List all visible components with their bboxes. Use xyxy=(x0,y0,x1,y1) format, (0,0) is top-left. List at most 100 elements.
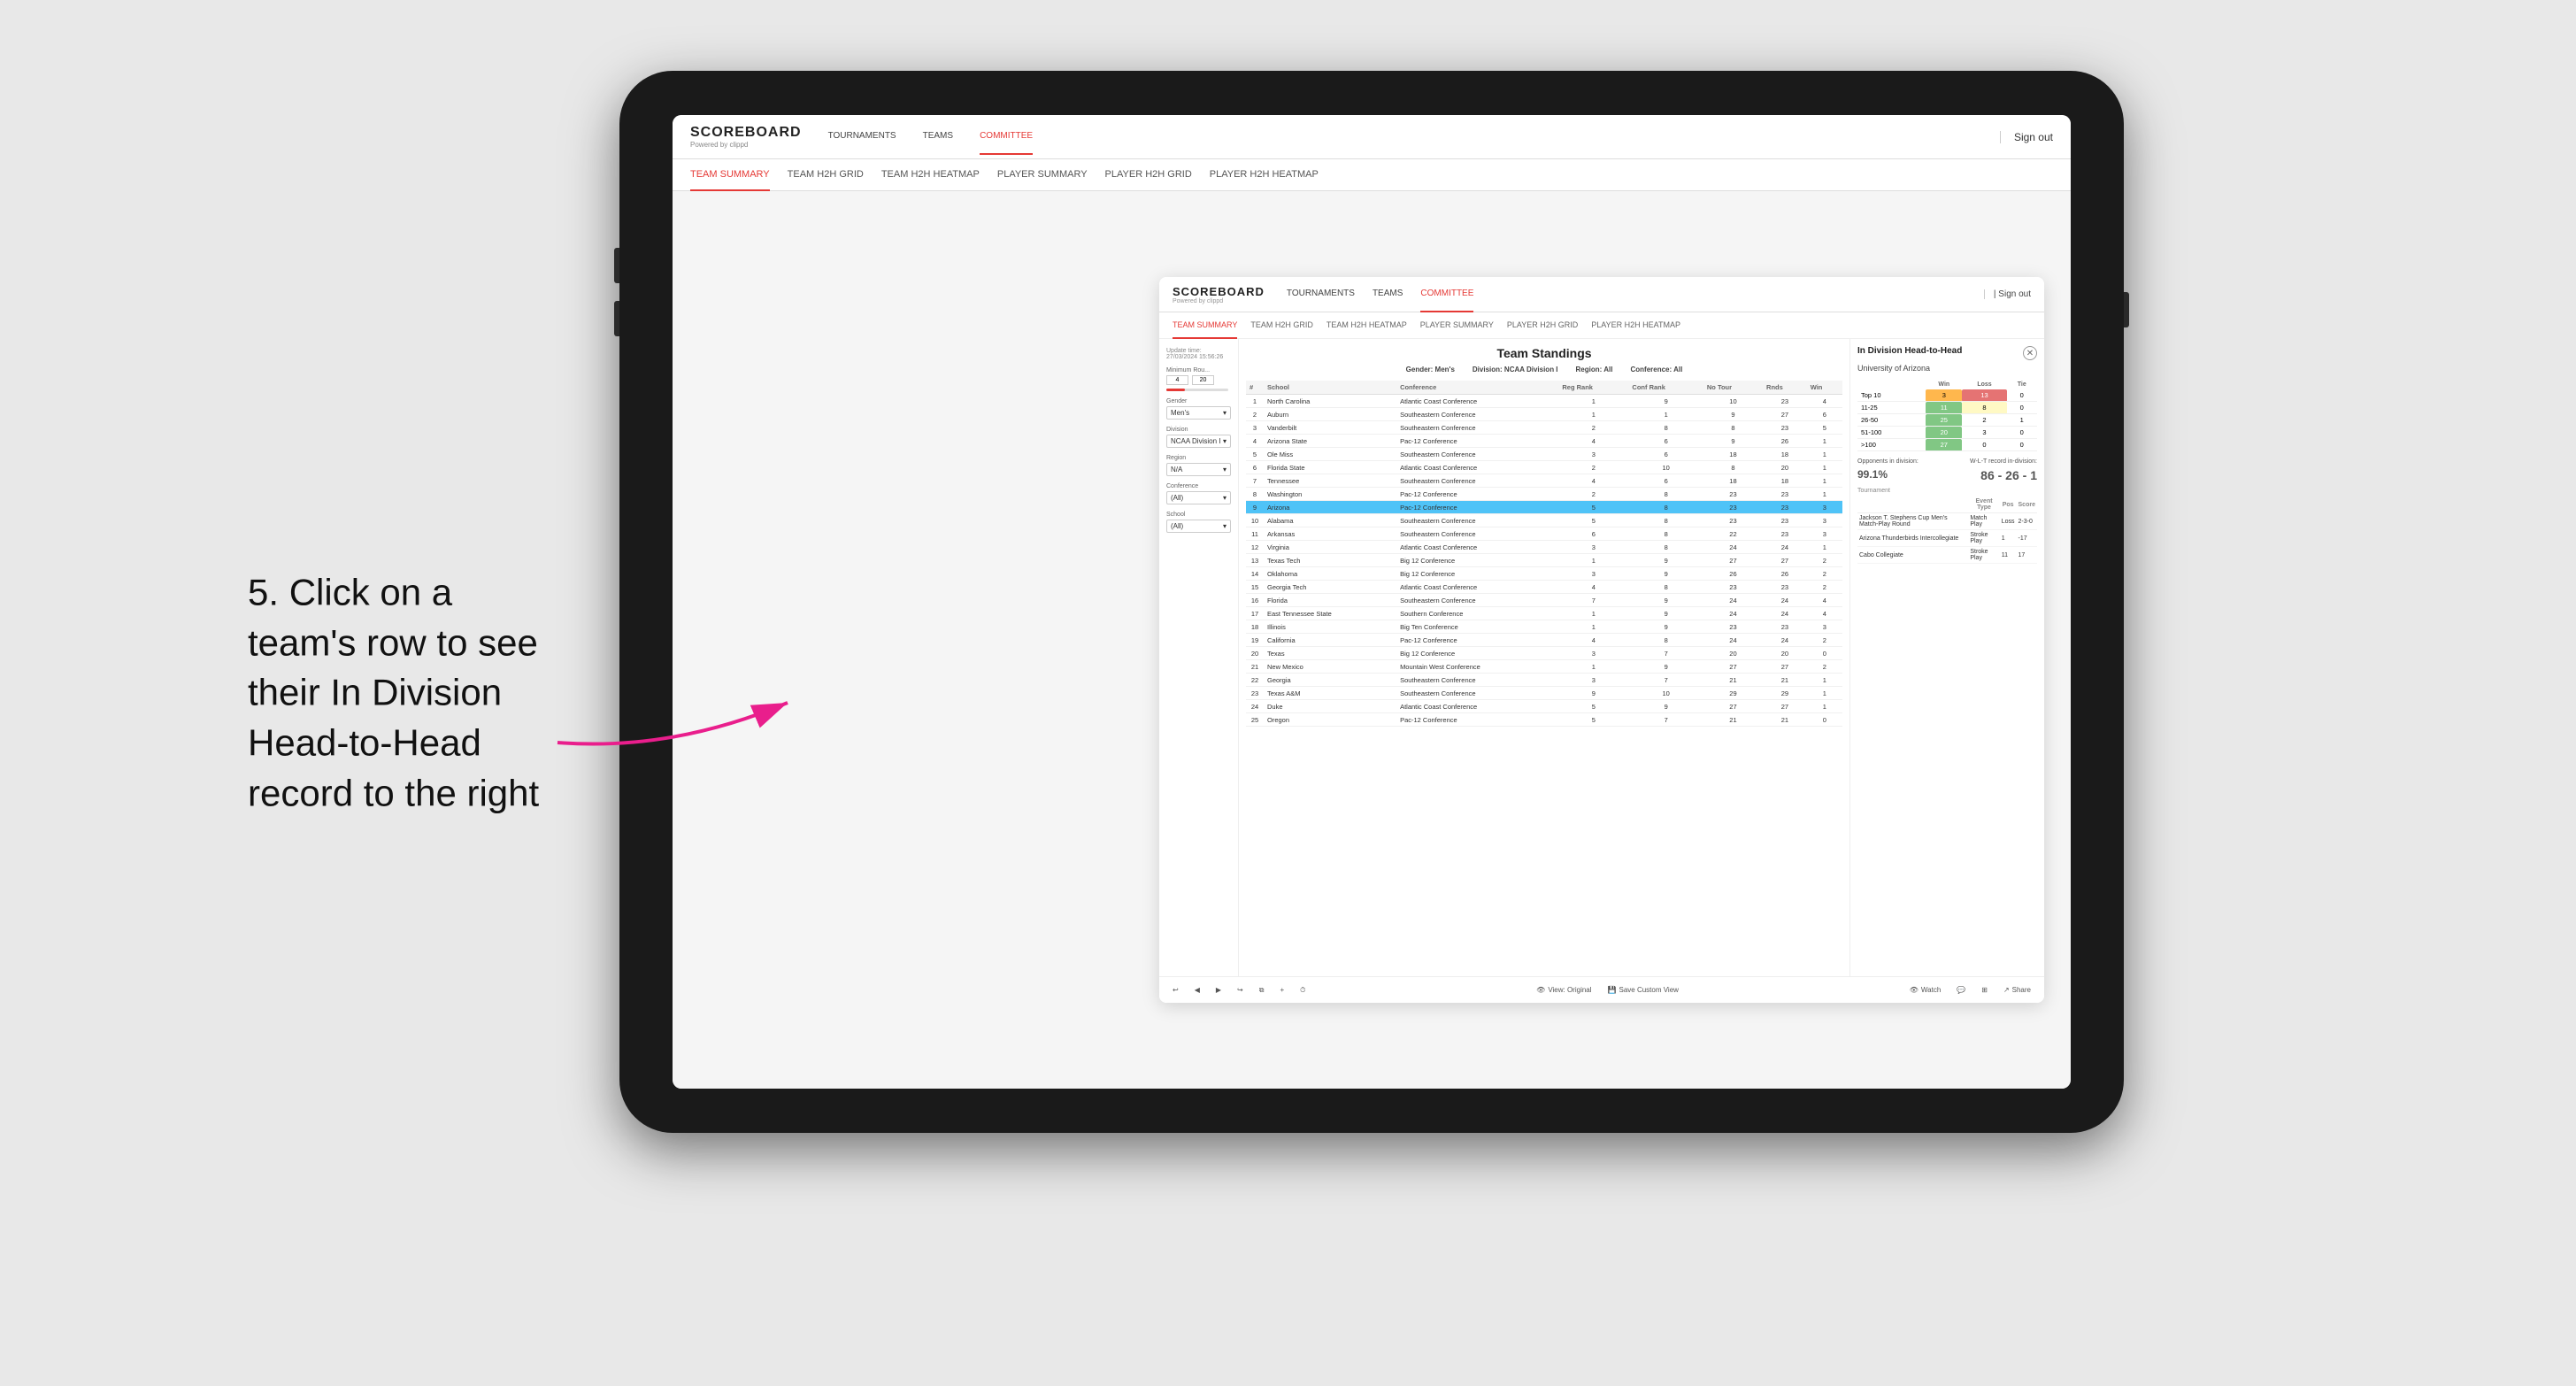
subnav-team-h2h-grid[interactable]: TEAM H2H GRID xyxy=(788,159,864,191)
col-number: # xyxy=(1246,381,1264,395)
comments-button[interactable]: 💬 xyxy=(1952,984,1970,996)
sb-nav-teams[interactable]: TEAMS xyxy=(1373,277,1403,312)
min-rounds-min-input[interactable] xyxy=(1166,375,1188,385)
subnav-player-summary[interactable]: PLAYER SUMMARY xyxy=(997,159,1088,191)
col-win: Win xyxy=(1807,381,1842,395)
opponents-label: Opponents in division: xyxy=(1857,458,1919,465)
sb-subnav-h2h-grid[interactable]: TEAM H2H GRID xyxy=(1250,312,1313,339)
copy-button[interactable]: ⧉ xyxy=(1255,984,1269,997)
table-row[interactable]: 7 Tennessee Southeastern Conference 4 6 … xyxy=(1246,474,1842,488)
add-button[interactable]: + xyxy=(1275,984,1288,996)
conference-filter-control[interactable]: (All) ▾ xyxy=(1166,491,1231,504)
arrow-icon xyxy=(540,654,805,760)
clock-button[interactable]: ⏱ xyxy=(1296,984,1310,997)
division-filter-control[interactable]: NCAA Division I ▾ xyxy=(1166,435,1231,448)
h2h-close-button[interactable]: ✕ xyxy=(2023,346,2037,360)
watch-button[interactable]: 👁 Watch xyxy=(1905,984,1946,996)
subnav-player-h2h-grid[interactable]: PLAYER H2H GRID xyxy=(1105,159,1192,191)
logo-sub: Powered by clippd xyxy=(690,141,802,149)
save-custom-label: Save Custom View xyxy=(1619,986,1679,994)
h2h-table: Win Loss Tie Top 10 3 13 0 xyxy=(1857,380,2037,451)
conference-filter-label: Conference xyxy=(1166,483,1231,489)
gender-filter-label: Gender xyxy=(1166,398,1231,404)
region-filter-control[interactable]: N/A ▾ xyxy=(1166,463,1231,476)
nav-committee[interactable]: COMMITTEE xyxy=(980,119,1033,155)
sb-nav-committee[interactable]: COMMITTEE xyxy=(1420,277,1473,312)
filters-sidebar: Update time: 27/03/2024 15:56:26 Minimum… xyxy=(1159,339,1239,976)
school-filter-control[interactable]: (All) ▾ xyxy=(1166,520,1231,533)
tournament-row: Cabo Collegiate Stroke Play 11 17 xyxy=(1857,547,2037,564)
top-navigation: SCOREBOARD Powered by clippd TOURNAMENTS… xyxy=(673,115,2071,159)
table-row[interactable]: 8 Washington Pac-12 Conference 2 8 23 23… xyxy=(1246,488,1842,501)
min-rounds-slider[interactable] xyxy=(1166,389,1228,391)
sb-subnav-player-summary[interactable]: PLAYER SUMMARY xyxy=(1420,312,1494,339)
table-row[interactable]: 21 New Mexico Mountain West Conference 1… xyxy=(1246,660,1842,674)
table-row[interactable]: 19 California Pac-12 Conference 4 8 24 2… xyxy=(1246,634,1842,647)
table-row[interactable]: 22 Georgia Southeastern Conference 3 7 2… xyxy=(1246,674,1842,687)
table-row[interactable]: 15 Georgia Tech Atlantic Coast Conferenc… xyxy=(1246,581,1842,594)
table-row[interactable]: 11 Arkansas Southeastern Conference 6 8 … xyxy=(1246,527,1842,541)
volume-up-button[interactable] xyxy=(614,248,619,283)
col-reg-rank: Reg Rank xyxy=(1558,381,1628,395)
view-original-button[interactable]: 👁 View: Original xyxy=(1532,984,1596,996)
save-custom-button[interactable]: 💾 Save Custom View xyxy=(1603,984,1683,996)
h2h-row-26-50: 26-50 25 2 1 xyxy=(1857,414,2037,427)
table-row[interactable]: 1 North Carolina Atlantic Coast Conferen… xyxy=(1246,395,1842,408)
sb-subnav-h2h-heatmap[interactable]: TEAM H2H HEATMAP xyxy=(1326,312,1407,339)
sb-subnav-player-h2h-heatmap[interactable]: PLAYER H2H HEATMAP xyxy=(1591,312,1680,339)
h2h-win-header: Win xyxy=(1926,380,1962,389)
redo-button[interactable]: ↪ xyxy=(1233,984,1248,996)
share-button[interactable]: ↗ Share xyxy=(1999,984,2035,996)
table-row[interactable]: 25 Oregon Pac-12 Conference 5 7 21 21 0 xyxy=(1246,713,1842,727)
table-row[interactable]: 16 Florida Southeastern Conference 7 9 2… xyxy=(1246,594,1842,607)
table-row[interactable]: 5 Ole Miss Southeastern Conference 3 6 1… xyxy=(1246,448,1842,461)
undo-button[interactable]: ↩ xyxy=(1168,984,1183,996)
watch-icon: 👁 xyxy=(1910,986,1919,994)
col-rnds: Rnds xyxy=(1763,381,1807,395)
table-row[interactable]: 4 Arizona State Pac-12 Conference 4 6 9 … xyxy=(1246,435,1842,448)
table-row[interactable]: 13 Texas Tech Big 12 Conference 1 9 27 2… xyxy=(1246,554,1842,567)
table-row[interactable]: 20 Texas Big 12 Conference 3 7 20 20 0 xyxy=(1246,647,1842,660)
table-row[interactable]: 9 Arizona Pac-12 Conference 5 8 23 23 3 xyxy=(1246,501,1842,514)
subnav-player-h2h-heatmap[interactable]: PLAYER H2H HEATMAP xyxy=(1210,159,1319,191)
table-row[interactable]: 3 Vanderbilt Southeastern Conference 2 8… xyxy=(1246,421,1842,435)
sign-out-link[interactable]: Sign out xyxy=(2000,131,2053,143)
power-button[interactable] xyxy=(2124,292,2129,327)
subnav-team-summary[interactable]: TEAM SUMMARY xyxy=(690,159,770,191)
sb-nav-tournaments[interactable]: TOURNAMENTS xyxy=(1287,277,1355,312)
col-conference: Conference xyxy=(1396,381,1558,395)
table-row[interactable]: 6 Florida State Atlantic Coast Conferenc… xyxy=(1246,461,1842,474)
scoreboard-panel: SCOREBOARD Powered by clippd TOURNAMENTS… xyxy=(1159,277,2044,1003)
h2h-loss-header: Loss xyxy=(1962,380,2006,389)
min-rounds-max-input[interactable] xyxy=(1192,375,1214,385)
step-forward-button[interactable]: ▶ xyxy=(1211,984,1226,996)
table-row[interactable]: 18 Illinois Big Ten Conference 1 9 23 23… xyxy=(1246,620,1842,634)
sb-subnav-team-summary[interactable]: TEAM SUMMARY xyxy=(1173,312,1237,339)
col-no-tour: No Tour xyxy=(1703,381,1763,395)
wlt-label: W-L-T record in-division: xyxy=(1970,458,2037,465)
view-original-label: View: Original xyxy=(1548,986,1591,994)
table-row[interactable]: 23 Texas A&M Southeastern Conference 9 1… xyxy=(1246,687,1842,700)
grid-button[interactable]: ⊞ xyxy=(1977,984,1992,996)
table-row[interactable]: 10 Alabama Southeastern Conference 5 8 2… xyxy=(1246,514,1842,527)
nav-teams[interactable]: TEAMS xyxy=(923,119,953,155)
nav-items: TOURNAMENTS TEAMS COMMITTEE xyxy=(828,119,2000,155)
sb-top-nav: SCOREBOARD Powered by clippd TOURNAMENTS… xyxy=(1159,277,2044,312)
sub-navigation: TEAM SUMMARY TEAM H2H GRID TEAM H2H HEAT… xyxy=(673,159,2071,191)
table-row[interactable]: 17 East Tennessee State Southern Confere… xyxy=(1246,607,1842,620)
step-back-button[interactable]: ◀ xyxy=(1190,984,1204,996)
volume-down-button[interactable] xyxy=(614,301,619,336)
table-row[interactable]: 24 Duke Atlantic Coast Conference 5 9 27… xyxy=(1246,700,1842,713)
table-row[interactable]: 12 Virginia Atlantic Coast Conference 3 … xyxy=(1246,541,1842,554)
sb-sign-out[interactable]: | Sign out xyxy=(1984,289,2031,299)
min-rounds-inputs xyxy=(1166,375,1231,385)
gender-filter-control[interactable]: Men's ▾ xyxy=(1166,406,1231,420)
nav-tournaments[interactable]: TOURNAMENTS xyxy=(828,119,896,155)
min-rounds-label: Minimum Rou... xyxy=(1166,367,1231,373)
table-row[interactable]: 2 Auburn Southeastern Conference 1 1 9 2… xyxy=(1246,408,1842,421)
subnav-team-h2h-heatmap[interactable]: TEAM H2H HEATMAP xyxy=(881,159,980,191)
table-row[interactable]: 14 Oklahoma Big 12 Conference 3 9 26 26 … xyxy=(1246,567,1842,581)
sb-subnav-player-h2h-grid[interactable]: PLAYER H2H GRID xyxy=(1507,312,1578,339)
tablet-screen: SCOREBOARD Powered by clippd TOURNAMENTS… xyxy=(673,115,2071,1089)
h2h-row-100plus: >100 27 0 0 xyxy=(1857,439,2037,451)
